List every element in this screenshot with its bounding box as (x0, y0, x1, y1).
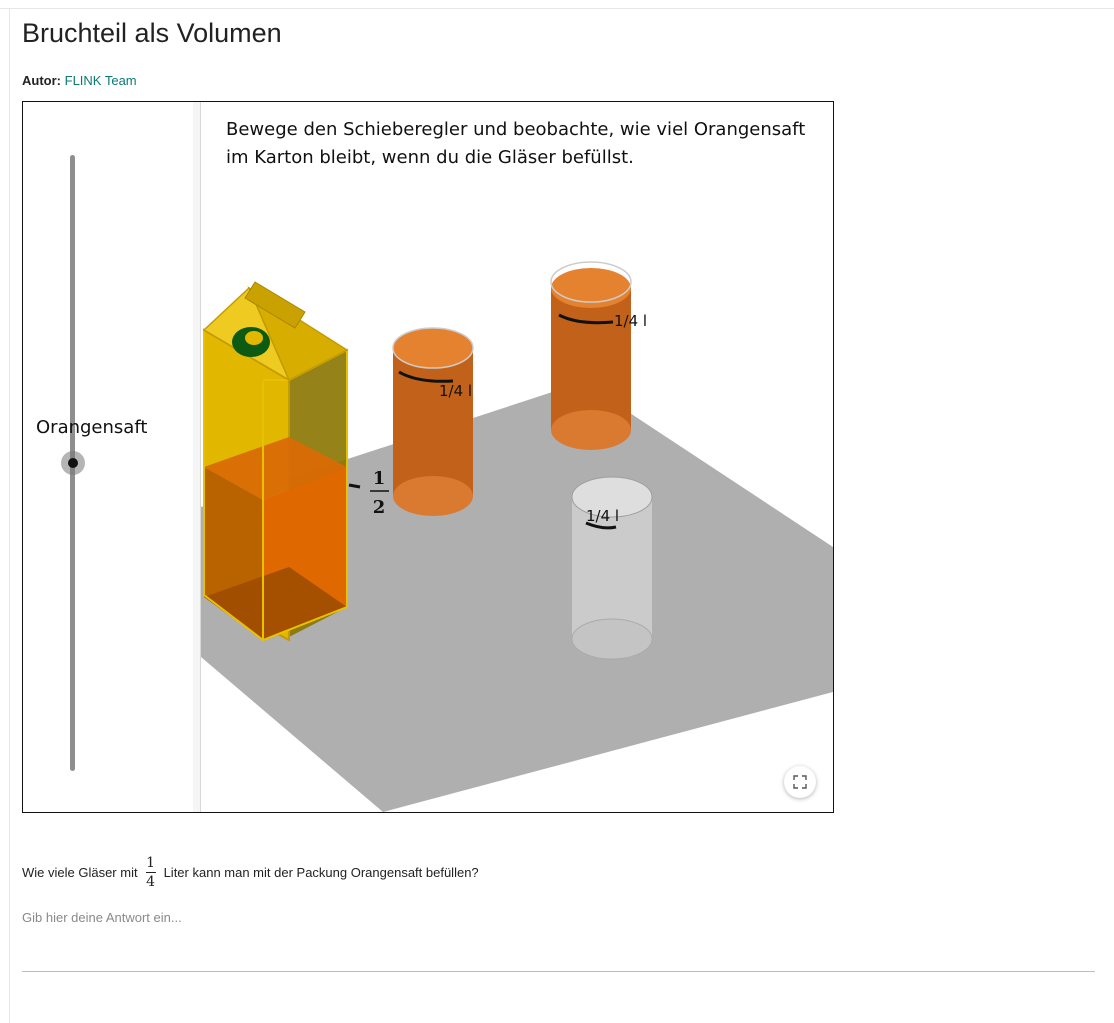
fullscreen-icon (793, 775, 807, 789)
author-label: Autor: (22, 73, 61, 88)
instruction-line-2: im Karton bleibt, wenn du die Gläser bef… (226, 147, 634, 168)
slider-label: Orangensaft (36, 417, 148, 438)
glass-3-label: 1/4 l (586, 507, 619, 525)
fullscreen-button[interactable] (784, 766, 816, 798)
author-line: Autor: FLINK Team (22, 73, 137, 88)
answer-input[interactable] (22, 900, 1095, 972)
question-text-after: Liter kann man mit der Packung Orangensa… (163, 865, 479, 880)
left-border (9, 8, 10, 1023)
question-fraction-bar (145, 872, 156, 873)
instruction-text: Bewege den Schieberegler und beobachte, … (226, 116, 806, 172)
carton-fraction-numerator: 1 (373, 468, 386, 489)
glass-2-label: 1/4 l (614, 312, 647, 330)
question-fraction-numerator: 1 (146, 855, 156, 871)
geogebra-applet[interactable]: 1 2 l 1/4 l 1/4 l 1/4 l (22, 101, 834, 813)
glass-1-label: 1/4 l (439, 382, 472, 400)
slider-knob[interactable] (61, 451, 85, 475)
page-title: Bruchteil als Volumen (22, 18, 282, 48)
glass-1 (392, 327, 474, 516)
glass-3 (571, 476, 653, 660)
author-link[interactable]: FLINK Team (65, 73, 137, 88)
question-text-before: Wie viele Gläser mit (22, 865, 138, 880)
slider-panel: Orangensaft (23, 102, 194, 812)
question-fraction-denominator: 4 (146, 874, 156, 890)
glass-2 (550, 261, 632, 450)
instruction-line-1: Bewege den Schieberegler und beobachte, … (226, 119, 806, 140)
question-text: Wie viele Gläser mit 1 4 Liter kann man … (22, 855, 479, 890)
carton-level-tick (348, 483, 361, 489)
question-fraction: 1 4 (145, 855, 156, 890)
carton-fraction-denominator: 2 (373, 497, 386, 518)
panel-divider[interactable] (193, 102, 201, 812)
cap-ring-icon (232, 327, 270, 357)
top-border (0, 8, 1114, 9)
